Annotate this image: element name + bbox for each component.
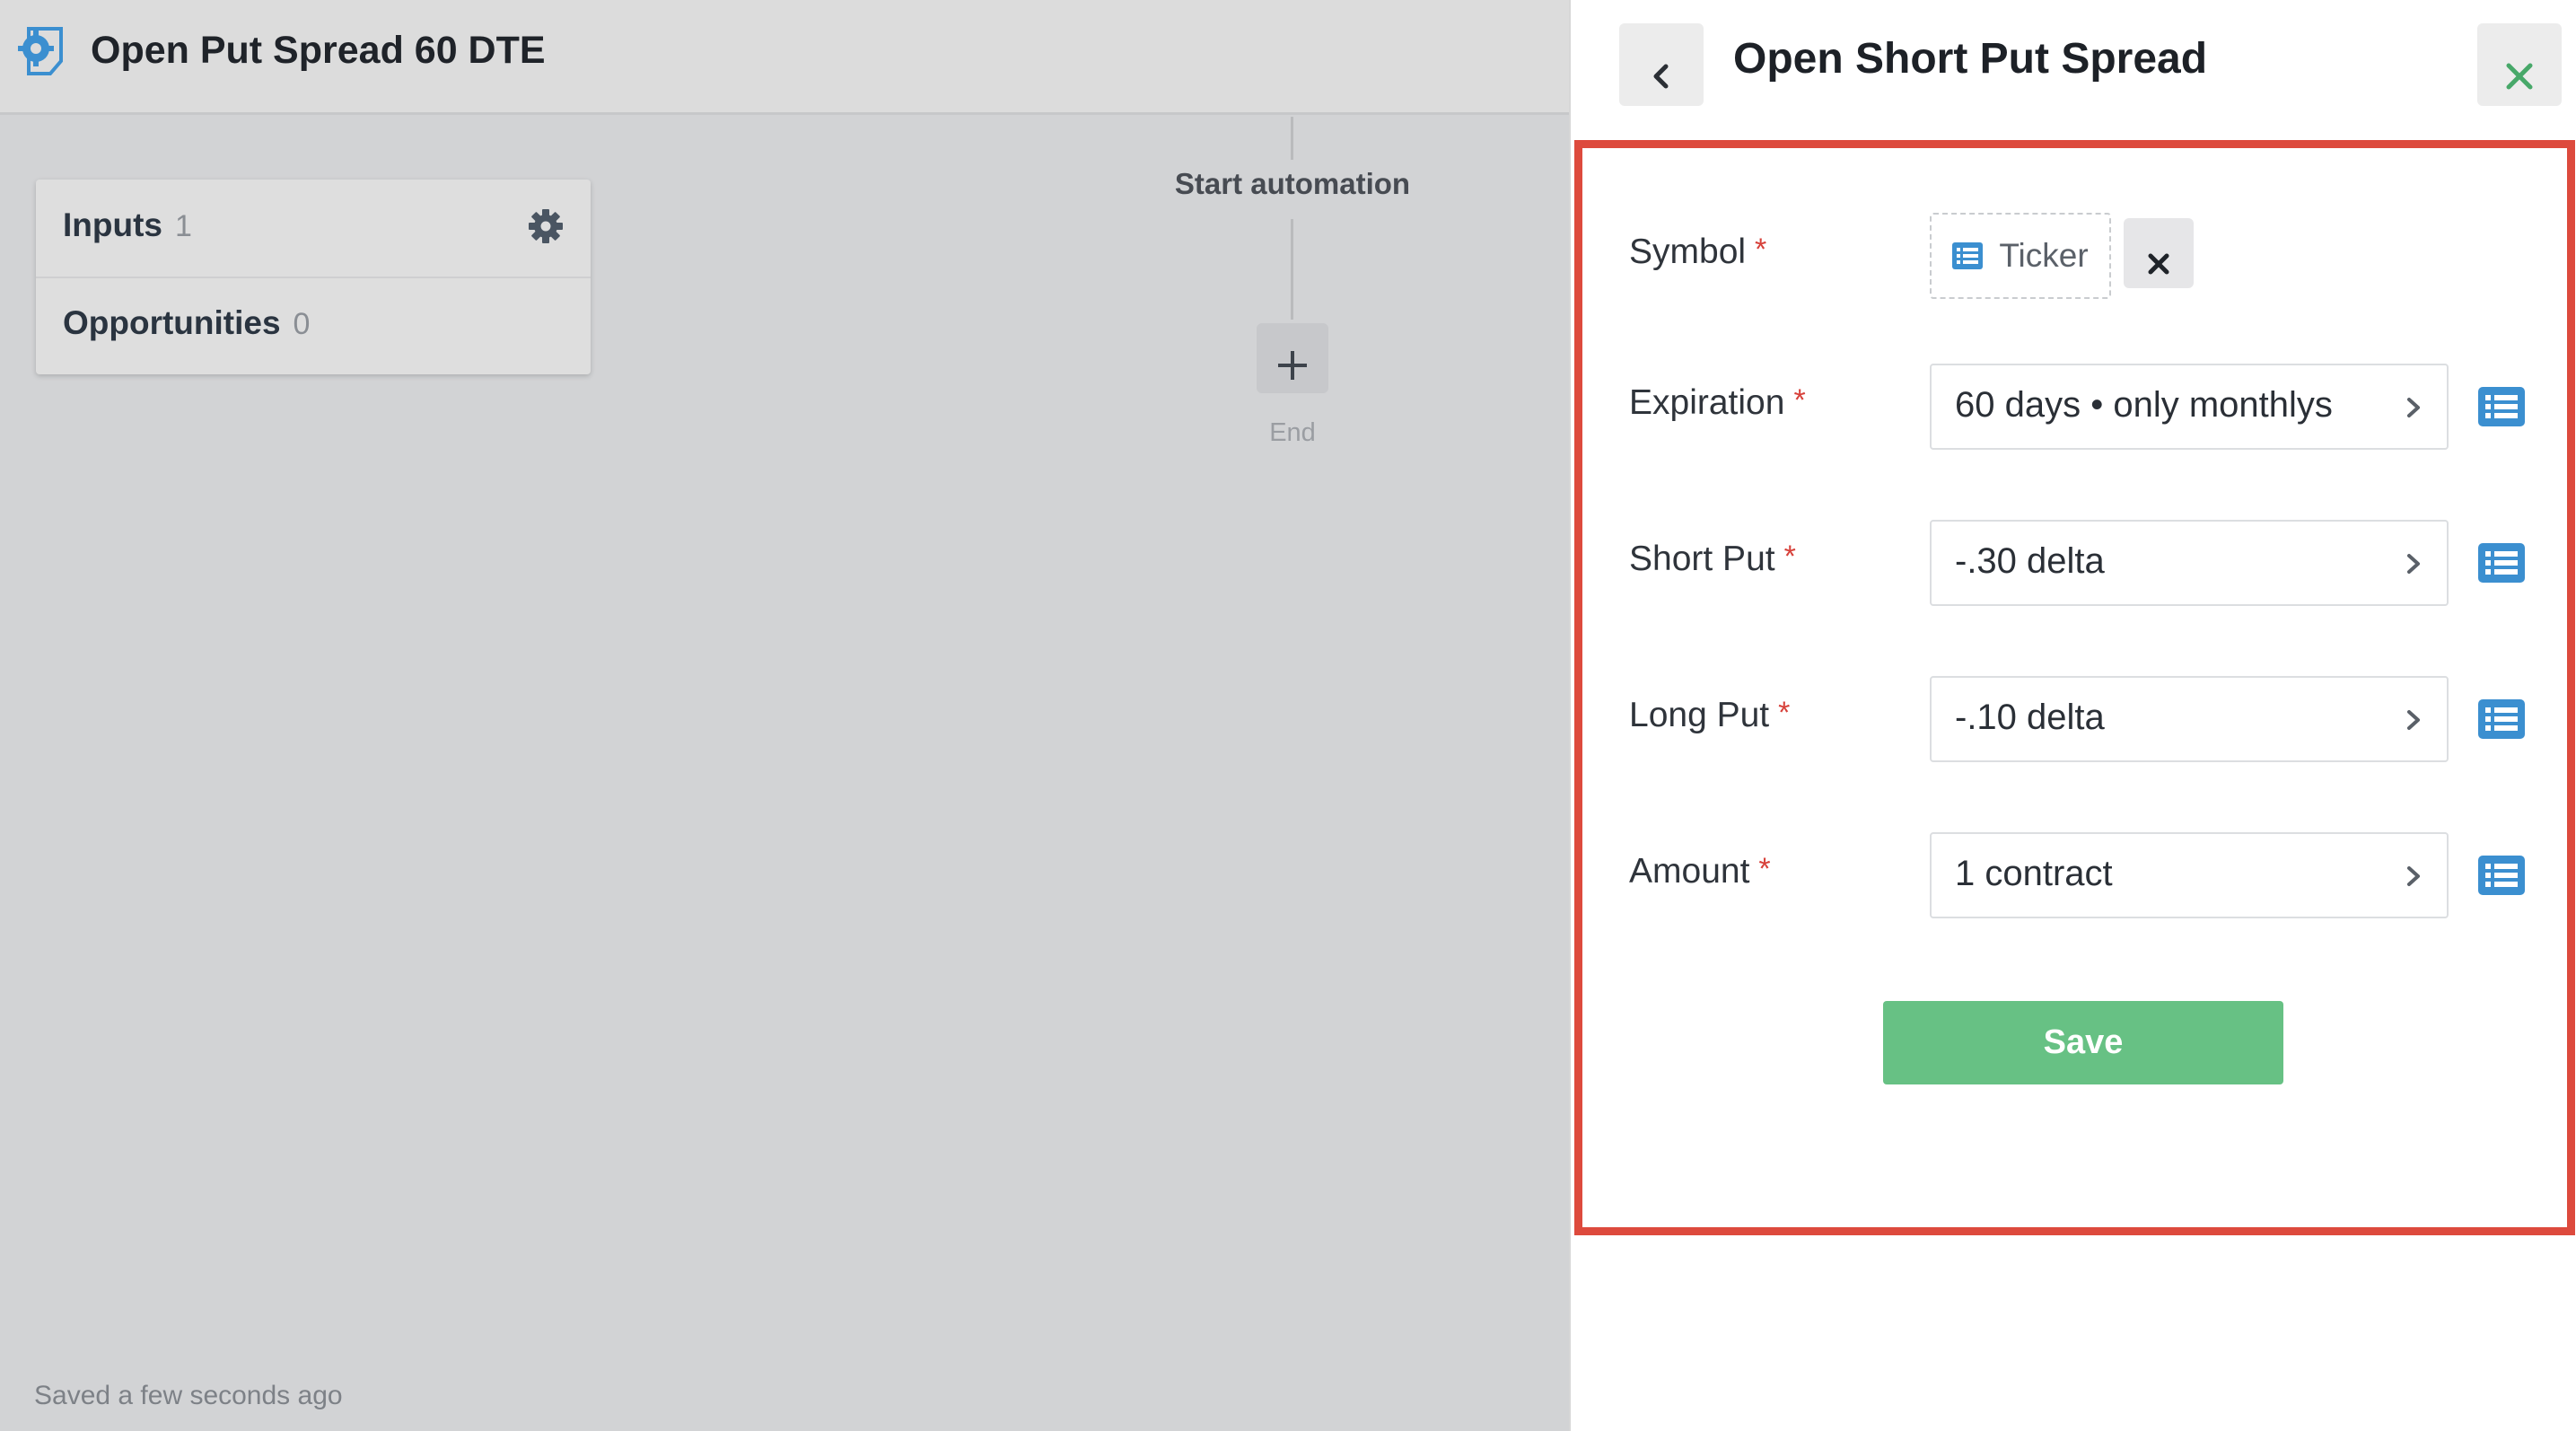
long-put-label: Long Put * [1629, 696, 1791, 734]
amount-select[interactable]: 1 contract [1930, 832, 2449, 918]
short-put-variable-button[interactable] [2478, 543, 2525, 583]
automation-gear-icon [16, 22, 68, 81]
inputs-row[interactable]: Inputs 1 [36, 180, 591, 278]
symbol-label: Symbol * [1629, 233, 1767, 271]
page-title: Open Put Spread 60 DTE [91, 29, 546, 72]
amount-value: 1 contract [1955, 854, 2113, 893]
opportunities-label: Opportunities 0 [63, 304, 311, 341]
clear-symbol-button[interactable] [2124, 218, 2194, 288]
required-marker: * [1793, 383, 1806, 417]
inputs-count: 1 [174, 209, 192, 243]
add-step-button[interactable] [1257, 323, 1328, 393]
expiration-variable-button[interactable] [2478, 387, 2525, 426]
panel-title: Open Short Put Spread [1733, 35, 2208, 83]
ticker-chip-label: Ticker [1999, 237, 2089, 274]
action-panel: Open Short Put Spread Symbol * Ticker Ex… [1569, 0, 2576, 1431]
saved-status: Saved a few seconds ago [34, 1381, 343, 1410]
short-put-value: -.30 delta [1955, 541, 2105, 581]
long-put-variable-button[interactable] [2478, 699, 2525, 739]
list-icon [2478, 856, 2525, 895]
highlight-outline: Symbol * Ticker Expiration * 60 days • onl… [1574, 140, 2575, 1235]
inputs-opportunities-card: Inputs 1 Opportunities 0 [36, 180, 591, 374]
save-button[interactable]: Save [1883, 1001, 2283, 1084]
required-marker: * [1755, 233, 1767, 267]
opportunities-row[interactable]: Opportunities 0 [36, 277, 591, 374]
x-icon [2148, 253, 2169, 274]
required-marker: * [1758, 852, 1771, 886]
list-icon [2478, 699, 2525, 739]
chevron-right-icon [2407, 554, 2420, 574]
expiration-select[interactable]: 60 days • only monthlys [1930, 364, 2449, 450]
amount-label: Amount * [1629, 852, 1771, 891]
ticker-chip[interactable]: Ticker [1930, 213, 2111, 299]
long-put-value: -.10 delta [1955, 698, 2105, 737]
start-automation-label: Start automation [1174, 167, 1411, 200]
chevron-right-icon [2407, 710, 2420, 730]
chevron-left-icon [1653, 64, 1669, 89]
amount-variable-button[interactable] [2478, 856, 2525, 895]
flow-connector [1291, 117, 1293, 160]
required-marker: * [1783, 540, 1796, 574]
long-put-select[interactable]: -.10 delta [1930, 676, 2449, 762]
flow-connector [1291, 219, 1293, 320]
chevron-right-icon [2407, 398, 2420, 417]
inputs-label: Inputs 1 [63, 206, 192, 243]
short-put-select[interactable]: -.30 delta [1930, 520, 2449, 606]
back-button[interactable] [1619, 23, 1704, 106]
plus-icon [1278, 351, 1307, 380]
close-icon [2506, 63, 2533, 90]
expiration-label: Expiration * [1629, 383, 1806, 422]
chevron-right-icon [2407, 866, 2420, 886]
short-put-label: Short Put * [1629, 540, 1796, 578]
expiration-value: 60 days • only monthlys [1955, 385, 2333, 425]
list-icon [2478, 543, 2525, 583]
opportunities-count: 0 [293, 307, 311, 341]
list-icon [2478, 387, 2525, 426]
gear-icon[interactable] [528, 208, 564, 244]
required-marker: * [1778, 696, 1791, 730]
close-button[interactable] [2477, 23, 2562, 106]
end-label: End [1269, 418, 1316, 447]
list-icon [1952, 242, 1984, 269]
top-bar: Open Put Spread 60 DTE [0, 0, 1569, 115]
